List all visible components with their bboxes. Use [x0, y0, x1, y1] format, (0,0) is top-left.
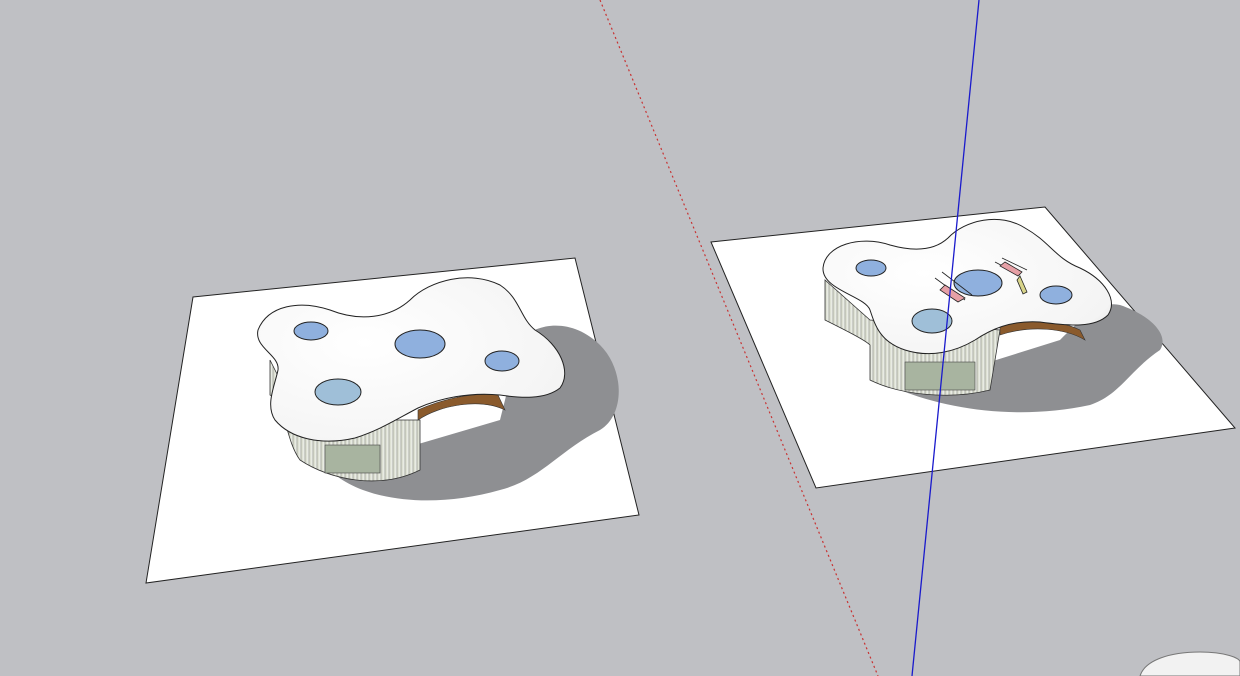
skylight	[314, 378, 362, 406]
skylight	[1039, 285, 1073, 305]
window-band	[904, 361, 976, 391]
skylight	[484, 350, 520, 372]
modeling-viewport[interactable]	[0, 0, 1240, 676]
skylight	[394, 329, 446, 359]
tool-cursor-shape	[1139, 651, 1240, 676]
window-band	[324, 444, 381, 474]
skylight	[953, 269, 1003, 297]
skylight	[293, 321, 329, 341]
skylight	[855, 259, 887, 277]
building-model-right[interactable]	[710, 206, 1236, 489]
building-model-left[interactable]	[145, 257, 640, 584]
